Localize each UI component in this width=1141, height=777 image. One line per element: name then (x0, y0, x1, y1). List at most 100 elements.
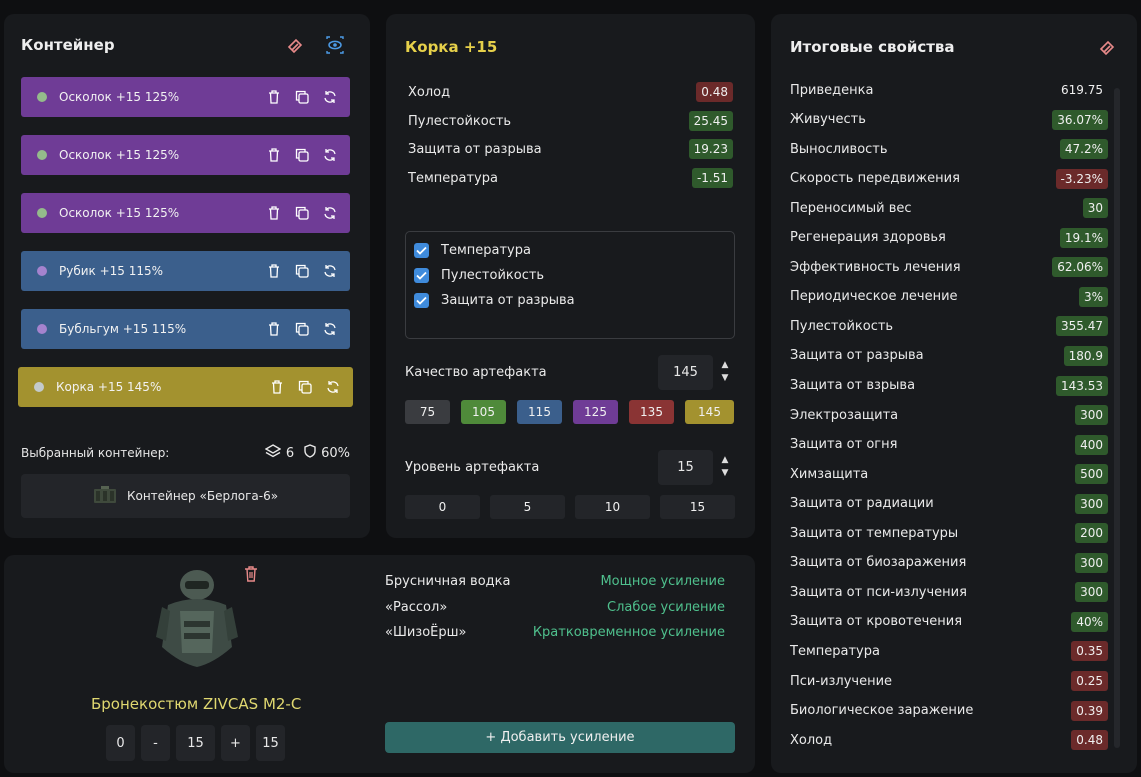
boost-name: «ШизоЁрш» (385, 625, 467, 640)
quality-chip[interactable]: 145 (685, 400, 734, 424)
summary-row: Скорость передвижения -3.23% (790, 167, 1108, 191)
summary-row: Пси-излучение 0.25 (790, 669, 1108, 693)
container-stats: 6 60% (264, 444, 350, 462)
artifact-icon (33, 262, 51, 280)
boost-row: «ШизоЁрш» Кратковременное усиление (385, 625, 725, 640)
trash-icon[interactable] (266, 147, 282, 163)
quality-chip[interactable]: 125 (573, 400, 618, 424)
checkbox[interactable] (414, 293, 429, 308)
container-item[interactable]: Бубльгум +15 115% (21, 309, 350, 349)
container-item[interactable]: Корка +15 145% (18, 367, 353, 407)
container-item[interactable]: Осколок +15 125% (21, 77, 350, 117)
container-select-button[interactable]: Контейнер «Берлога-6» (21, 474, 350, 518)
summary-name: Периодическое лечение (790, 289, 958, 305)
refresh-icon[interactable] (325, 379, 341, 395)
container-item-label: Рубик +15 115% (59, 264, 164, 278)
summary-value: 355.47 (1056, 316, 1108, 337)
container-item[interactable]: Осколок +15 125% (21, 135, 350, 175)
quality-chip[interactable]: 115 (517, 400, 562, 424)
boost-row: Брусничная водка Мощное усиление (385, 574, 725, 589)
summary-row: Переносимый вес 30 (790, 196, 1108, 220)
level-chip[interactable]: 15 (660, 495, 735, 519)
add-boost-button[interactable]: + Добавить усиление (385, 722, 735, 753)
summary-row: Эффективность лечения 62.06% (790, 255, 1108, 279)
checkbox[interactable] (414, 268, 429, 283)
summary-value: 180.9 (1063, 345, 1108, 366)
refresh-icon[interactable] (322, 205, 338, 221)
artifact-stat-value: 25.45 (688, 111, 733, 131)
stepper-decrement-button[interactable]: - (141, 725, 170, 761)
summary-row: Биологическое заражение 0.39 (790, 699, 1108, 723)
checkbox[interactable] (414, 243, 429, 258)
trash-icon[interactable] (266, 263, 282, 279)
summary-value: 36.07% (1052, 109, 1108, 130)
container-item[interactable]: Осколок +15 125% (21, 193, 350, 233)
refresh-icon[interactable] (322, 263, 338, 279)
stat-filter-option[interactable]: Пулестойкость (414, 263, 726, 288)
copy-icon[interactable] (294, 205, 310, 221)
summary-row: Защита от кровотечения 40% (790, 610, 1108, 634)
stat-filter-option[interactable]: Защита от разрыва (414, 288, 726, 313)
stepper-min[interactable]: 0 (106, 725, 135, 761)
container-icon (93, 485, 117, 507)
eraser-icon[interactable] (284, 34, 306, 56)
summary-scrollbar[interactable] (1114, 88, 1120, 748)
chevron-up-icon[interactable]: ▲ (722, 359, 729, 372)
stepper-value[interactable]: 15 (176, 725, 215, 761)
summary-row: Защита от пси-излучения 300 (790, 580, 1108, 604)
trash-icon[interactable] (266, 89, 282, 105)
checkbox-label: Защита от разрыва (441, 293, 575, 308)
armor-level-stepper: 0 - 15 + 15 (106, 725, 285, 761)
summary-value: 300 (1075, 493, 1108, 514)
summary-name: Защита от огня (790, 437, 898, 453)
level-input[interactable]: 15 (658, 449, 713, 485)
container-item-actions (266, 89, 338, 105)
refresh-icon[interactable] (322, 147, 338, 163)
quality-chip[interactable]: 135 (629, 400, 674, 424)
summary-name: Химзащита (790, 466, 869, 482)
chevron-down-icon[interactable]: ▼ (722, 372, 729, 385)
artifact-stat-row: Температура -1.51 (408, 166, 733, 190)
copy-icon[interactable] (294, 89, 310, 105)
summary-name: Приведенка (790, 82, 874, 98)
level-chip[interactable]: 10 (575, 495, 650, 519)
stepper-max[interactable]: 15 (256, 725, 285, 761)
artifact-icon (33, 320, 51, 338)
level-chip[interactable]: 5 (490, 495, 565, 519)
copy-icon[interactable] (294, 321, 310, 337)
summary-row: Защита от разрыва 180.9 (790, 344, 1108, 368)
copy-icon[interactable] (294, 263, 310, 279)
artifact-stat-row: Холод 0.48 (408, 80, 733, 104)
stepper-increment-button[interactable]: + (221, 725, 250, 761)
eraser-icon[interactable] (1096, 36, 1118, 58)
quality-input[interactable]: 145 (658, 354, 713, 390)
checkbox-label: Пулестойкость (441, 268, 545, 283)
chevron-up-icon[interactable]: ▲ (722, 454, 729, 467)
summary-row: Температура 0.35 (790, 639, 1108, 663)
container-item-label: Корка +15 145% (56, 380, 162, 394)
artifact-stat-row: Защита от разрыва 19.23 (408, 137, 733, 161)
summary-row: Защита от биозаражения 300 (790, 551, 1108, 575)
quality-spinner[interactable]: ▲ ▼ (715, 359, 735, 385)
summary-value: 40% (1071, 611, 1108, 632)
container-item-actions (266, 321, 338, 337)
artifact-stat-name: Холод (408, 84, 451, 100)
eye-icon[interactable] (324, 34, 346, 56)
refresh-icon[interactable] (322, 89, 338, 105)
trash-icon[interactable] (266, 321, 282, 337)
checkbox-label: Температура (441, 243, 531, 258)
refresh-icon[interactable] (322, 321, 338, 337)
trash-icon[interactable] (269, 379, 285, 395)
chevron-down-icon[interactable]: ▼ (722, 467, 729, 480)
quality-chip[interactable]: 105 (461, 400, 506, 424)
copy-icon[interactable] (294, 147, 310, 163)
container-item[interactable]: Рубик +15 115% (21, 251, 350, 291)
copy-icon[interactable] (297, 379, 313, 395)
level-spinner[interactable]: ▲ ▼ (715, 454, 735, 480)
trash-icon[interactable] (266, 205, 282, 221)
quality-chip[interactable]: 75 (405, 400, 450, 424)
stat-filter-option[interactable]: Температура (414, 238, 726, 263)
level-chip[interactable]: 0 (405, 495, 480, 519)
summary-name: Пси-излучение (790, 673, 893, 689)
trash-icon[interactable] (240, 563, 262, 585)
